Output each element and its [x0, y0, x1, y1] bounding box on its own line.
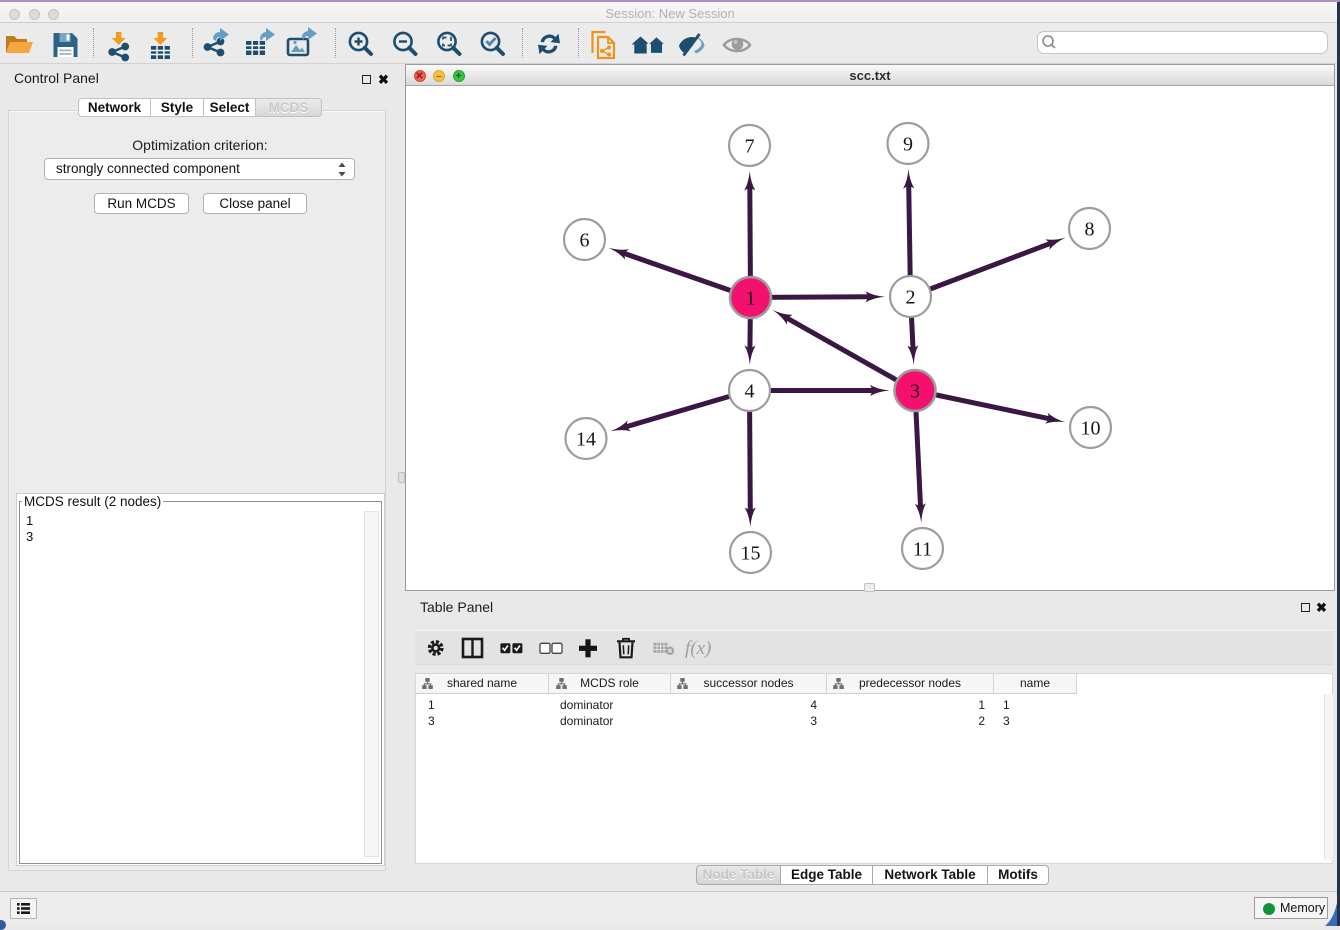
svg-text:6: 6	[580, 230, 590, 252]
svg-text:3: 3	[910, 381, 920, 403]
svg-text:8: 8	[1085, 219, 1095, 241]
svg-text:1: 1	[746, 288, 756, 310]
svg-text:9: 9	[903, 134, 913, 156]
svg-text:f(x): f(x)	[685, 638, 711, 659]
svg-text:4: 4	[745, 381, 755, 403]
svg-text:14: 14	[576, 429, 596, 451]
svg-text:15: 15	[741, 543, 761, 565]
svg-text:7: 7	[745, 136, 755, 158]
svg-text:10: 10	[1081, 418, 1101, 440]
svg-text:11: 11	[913, 539, 932, 561]
svg-text:2: 2	[906, 287, 916, 309]
